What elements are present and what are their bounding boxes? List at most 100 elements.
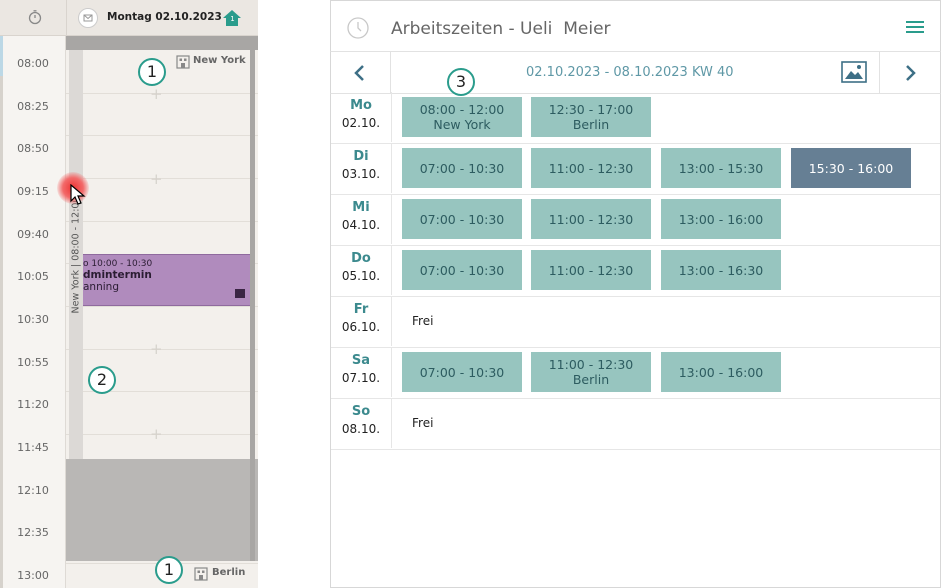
time-column — [0, 36, 66, 588]
slot-location: Berlin — [572, 372, 610, 387]
day-label: So 08.10. — [331, 398, 392, 448]
work-slot[interactable]: 11:00 - 12:30 Berlin — [531, 352, 651, 392]
add-slot-icon[interactable]: + — [150, 340, 163, 358]
location-label-bottom: Berlin — [212, 567, 246, 578]
slot-time: 12:30 - 17:00 — [548, 102, 634, 117]
slot-time: 15:30 - 16:00 — [808, 160, 894, 176]
time-label: 11:20 — [17, 398, 49, 411]
slot-time: 13:00 - 15:30 — [678, 160, 764, 176]
work-slot[interactable]: 12:30 - 17:00 Berlin — [531, 97, 651, 137]
add-slot-icon[interactable]: + — [150, 170, 163, 188]
callout-badge: 3 — [447, 68, 475, 96]
day-abbr: Mi — [352, 200, 370, 215]
day-label: Fr 06.10. — [331, 296, 392, 346]
work-slot[interactable]: 08:00 - 12:00 New York — [402, 97, 522, 137]
day-label: Mo 02.10. — [331, 92, 392, 142]
page-title: Arbeitszeiten - Ueli Meier — [391, 19, 611, 39]
work-slot[interactable]: 11:00 - 12:30 — [531, 148, 651, 188]
unavailable-block — [66, 36, 258, 50]
work-slot[interactable]: 11:00 - 12:30 — [531, 199, 651, 239]
day-abbr: Sa — [351, 353, 371, 368]
building-icon — [194, 566, 208, 581]
slot-time: 11:00 - 12:30 — [548, 160, 634, 176]
day-abbr: Do — [351, 251, 371, 266]
day-date: 06.10. — [341, 320, 381, 334]
day-date: 02.10. — [341, 116, 381, 130]
add-slot-icon[interactable]: + — [150, 425, 163, 443]
slot-time: 07:00 - 10:30 — [419, 160, 505, 176]
work-slot[interactable]: 11:00 - 12:30 — [531, 250, 651, 290]
day-row-di: Di 03.10. 07:00 - 10:30 11:00 - 12:30 13… — [331, 143, 940, 195]
time-scroll-thumb[interactable] — [0, 36, 3, 76]
day-row-sa: Sa 07.10. 07:00 - 10:30 11:00 - 12:30 Be… — [331, 347, 940, 399]
home-badge: 1 — [230, 15, 235, 23]
work-slot-selected[interactable]: 15:30 - 16:00 — [791, 148, 911, 188]
slot-time: 11:00 - 12:30 — [548, 357, 634, 372]
calendar-right-edge — [250, 36, 255, 561]
chevron-left-icon — [354, 65, 364, 81]
stopwatch-icon[interactable] — [27, 9, 43, 25]
week-range: 02.10.2023 - 08.10.2023 KW 40 — [526, 65, 734, 80]
time-label: 08:50 — [17, 142, 49, 155]
day-abbr: Di — [353, 149, 369, 164]
slot-time: 07:00 - 10:30 — [419, 211, 505, 227]
chevron-right-icon — [906, 65, 916, 81]
time-label: 08:25 — [17, 100, 49, 113]
time-label: 08:00 — [17, 57, 49, 70]
slot-time: 11:00 - 12:30 — [548, 262, 634, 278]
work-slot[interactable]: 13:00 - 16:30 — [661, 250, 781, 290]
cursor-icon — [70, 183, 86, 206]
work-slot[interactable]: 07:00 - 10:30 — [402, 250, 522, 290]
time-label: 13:00 — [17, 569, 49, 582]
day-label: Mi 04.10. — [331, 194, 392, 244]
grid-line — [66, 306, 258, 307]
location-label-top: New York — [193, 55, 246, 66]
slot-location: Berlin — [572, 117, 610, 132]
add-slot-icon[interactable]: + — [150, 85, 163, 103]
availability-label: New York | 08:00 - 12:00 — [69, 50, 83, 459]
appointment-title: dmintermin — [83, 269, 152, 281]
next-week-button[interactable] — [879, 52, 940, 93]
day-date: 07.10. — [341, 371, 381, 385]
slot-time: 13:00 - 16:30 — [678, 262, 764, 278]
callout-badge: 1 — [138, 58, 166, 86]
work-slot[interactable]: 07:00 - 10:30 — [402, 148, 522, 188]
day-row-do: Do 05.10. 07:00 - 10:30 11:00 - 12:30 13… — [331, 245, 940, 297]
day-title: Montag 02.10.2023 — [107, 11, 222, 23]
grid-line — [66, 135, 258, 136]
callout-badge: 2 — [88, 366, 116, 394]
availability-text: New York | 08:00 - 12:00 — [70, 196, 82, 313]
work-slot[interactable]: 13:00 - 16:00 — [661, 199, 781, 239]
clock-icon — [347, 17, 369, 39]
appointment-subtitle: anning — [83, 281, 119, 293]
prev-week-button[interactable] — [331, 52, 391, 93]
mail-icon[interactable] — [78, 8, 98, 28]
day-row-so: So 08.10. Frei — [331, 398, 940, 450]
time-label: 10:30 — [17, 313, 49, 326]
free-label: Frei — [412, 314, 434, 328]
app-header: Arbeitszeiten - Ueli Meier — [330, 0, 941, 52]
image-icon[interactable] — [841, 61, 867, 83]
day-abbr: So — [351, 404, 371, 419]
time-label: 10:55 — [17, 356, 49, 369]
work-slot[interactable]: 13:00 - 15:30 — [661, 148, 781, 188]
work-slot[interactable]: 07:00 - 10:30 — [402, 199, 522, 239]
menu-icon[interactable] — [906, 19, 924, 35]
day-label: Do 05.10. — [331, 245, 392, 295]
time-label: 09:40 — [17, 228, 49, 241]
unavailable-block — [66, 459, 258, 561]
work-slot[interactable]: 07:00 - 10:30 — [402, 352, 522, 392]
appointment-time: o 10:00 - 10:30 — [83, 259, 153, 269]
time-label: 12:10 — [17, 484, 49, 497]
calendar-header: Montag 02.10.2023 1 — [0, 0, 258, 36]
appointment-block[interactable]: o 10:00 - 10:30 dmintermin anning — [83, 254, 250, 306]
slot-time: 07:00 - 10:30 — [419, 262, 505, 278]
header-divider — [66, 0, 67, 36]
slot-time: 11:00 - 12:30 — [548, 211, 634, 227]
slot-time: 08:00 - 12:00 — [419, 102, 505, 117]
calendar-small-icon — [235, 289, 245, 298]
day-abbr: Fr — [353, 302, 369, 317]
slot-time: 13:00 - 16:00 — [678, 211, 764, 227]
day-label: Di 03.10. — [331, 143, 392, 193]
work-slot[interactable]: 13:00 - 16:00 — [661, 352, 781, 392]
